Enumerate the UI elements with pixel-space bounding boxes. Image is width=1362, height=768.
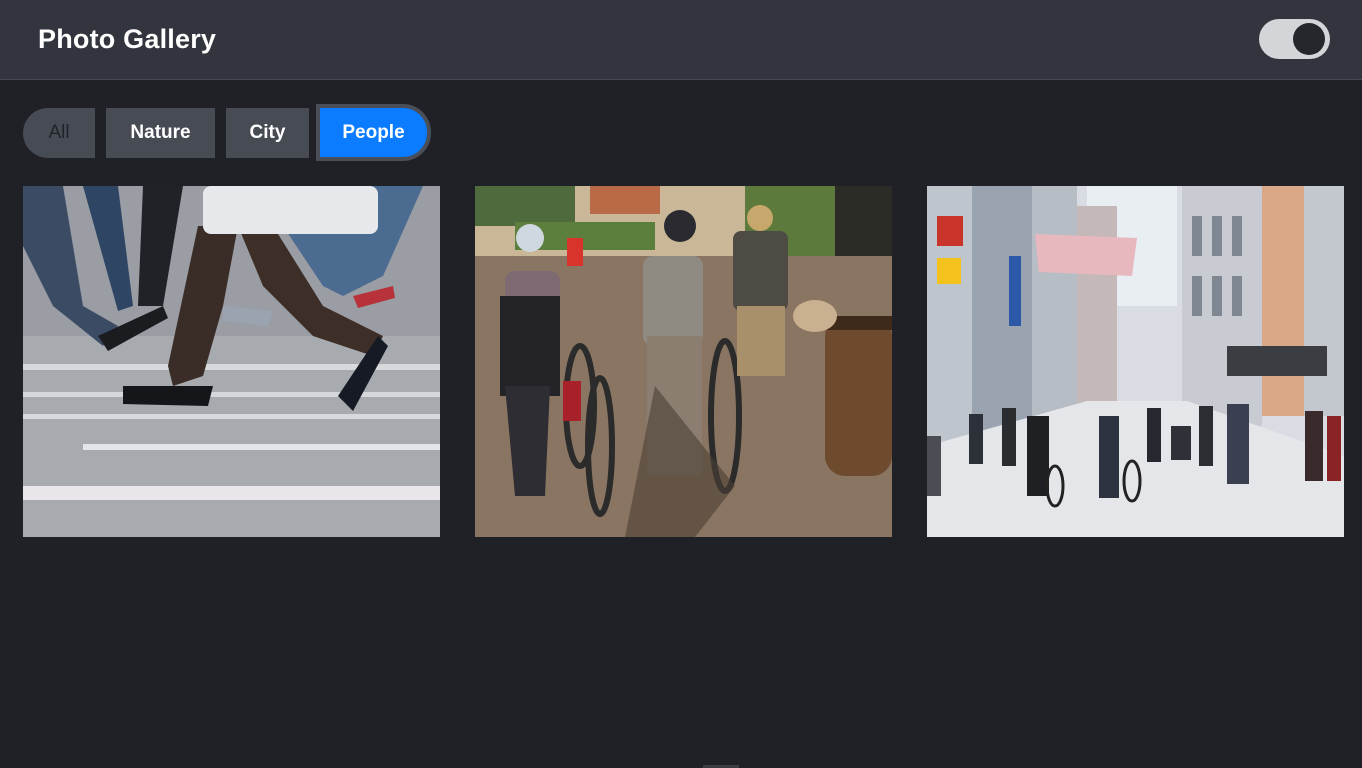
- pedestrians-image: [23, 186, 440, 537]
- theme-toggle[interactable]: [1259, 19, 1330, 59]
- gallery-photo-street[interactable]: [927, 186, 1344, 537]
- filter-people-button[interactable]: People: [316, 104, 431, 161]
- filter-all-button[interactable]: All: [23, 108, 95, 158]
- gallery-photo-cyclists[interactable]: [475, 186, 892, 537]
- cyclists-image: [475, 186, 892, 537]
- filter-city-button[interactable]: City: [226, 108, 309, 158]
- app-header: Photo Gallery: [0, 0, 1362, 80]
- filter-nature-button[interactable]: Nature: [106, 108, 215, 158]
- page-title: Photo Gallery: [38, 24, 217, 54]
- toggle-knob: [1293, 23, 1325, 55]
- gallery-photo-pedestrians[interactable]: [23, 186, 440, 537]
- street-image: [927, 186, 1344, 537]
